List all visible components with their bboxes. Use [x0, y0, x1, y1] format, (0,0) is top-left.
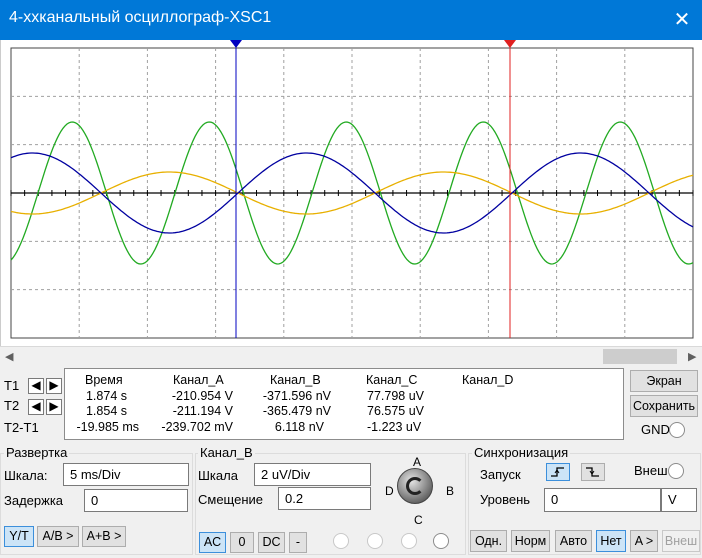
channel-offset-label: Смещение	[198, 492, 264, 507]
coupling-dc-button[interactable]: DC	[258, 532, 285, 553]
channel-scale-input[interactable]: 2 uV/Div	[254, 463, 371, 486]
coupling-radio-4[interactable]	[433, 533, 449, 549]
gnd-radio[interactable]	[669, 422, 685, 438]
t2-left-arrow-icon[interactable]: ◀	[28, 399, 44, 415]
trigger-ext-label: Внеш	[634, 463, 668, 478]
waveform-display	[10, 40, 694, 339]
mode-yt-button[interactable]: Y/T	[4, 526, 34, 547]
header-time: Время	[85, 373, 123, 387]
trigger-level-label: Уровень	[480, 492, 531, 507]
t1-left-arrow-icon[interactable]: ◀	[28, 378, 44, 394]
coupling-minus-button[interactable]: -	[289, 532, 307, 553]
trigger-ext-radio[interactable]	[668, 463, 684, 479]
r3-ch-a: -239.702 mV	[161, 420, 233, 434]
r2-ch-c: 76.575 uV	[367, 404, 424, 418]
scroll-thumb[interactable]	[603, 349, 677, 364]
r2-time: 1.854 s	[85, 404, 127, 418]
sweep-delay-input[interactable]: 0	[84, 489, 188, 512]
measurement-readout: Время Канал_A Канал_B Канал_C Канал_D 1.…	[64, 368, 624, 440]
sweep-scale-label: Шкала:	[4, 468, 48, 483]
channel-select-knob-icon[interactable]	[397, 468, 433, 504]
cursor-controls: T1 ◀ ▶ T2 ◀ ▶ T2-T1	[0, 368, 64, 440]
rising-edge-icon[interactable]	[546, 463, 570, 481]
header-ch-c: Канал_C	[366, 373, 418, 387]
cursor-2-marker-icon	[504, 40, 516, 48]
header-ch-d: Канал_D	[462, 373, 514, 387]
trigger-auto-button[interactable]: Авто	[555, 530, 592, 552]
close-icon[interactable]: ✕	[662, 0, 702, 40]
trigger-none-button[interactable]: Нет	[596, 530, 626, 552]
channel-scale-label: Шкала	[198, 468, 238, 483]
sweep-delay-label: Задержка	[4, 493, 64, 508]
trigger-level-input[interactable]: 0	[544, 488, 661, 512]
knob-label-c: C	[414, 513, 423, 527]
trigger-external-button[interactable]: Внеш	[662, 530, 700, 552]
coupling-zero-button[interactable]: 0	[230, 532, 254, 553]
t2-right-arrow-icon[interactable]: ▶	[46, 399, 62, 415]
t1-right-arrow-icon[interactable]: ▶	[46, 378, 62, 394]
t2-t1-label: T2-T1	[4, 420, 39, 435]
cursor-1-marker-icon	[230, 40, 242, 48]
scroll-left-icon[interactable]: ◀	[5, 350, 13, 363]
window-title: 4-ххканальный осциллограф-XSC1	[9, 9, 272, 26]
t2-label: T2	[4, 398, 20, 413]
sweep-scale-input[interactable]: 5 ms/Div	[63, 463, 189, 486]
horizontal-scrollbar[interactable]: ◀ ▶	[0, 346, 702, 366]
coupling-radio-2[interactable]	[367, 533, 383, 549]
mode-a-plus-b-button[interactable]: A+B >	[82, 526, 126, 547]
trigger-level-unit[interactable]: V	[661, 488, 697, 512]
r2-ch-b: -365.479 nV	[262, 404, 331, 418]
knob-label-a: A	[413, 455, 422, 469]
coupling-radio-1[interactable]	[333, 533, 349, 549]
title-bar: 4-ххканальный осциллограф-XSC1 ✕	[0, 0, 702, 40]
gnd-label: GND	[641, 422, 670, 437]
knob-label-b: B	[446, 484, 455, 498]
r3-ch-b: 6.118 nV	[274, 420, 324, 434]
header-ch-b: Канал_B	[270, 373, 321, 387]
header-ch-a: Канал_A	[173, 373, 224, 387]
r1-time: 1.874 s	[85, 389, 127, 403]
sweep-title: Развертка	[4, 445, 70, 460]
mode-ab-button[interactable]: A/B >	[37, 526, 79, 547]
trigger-normal-button[interactable]: Норм	[511, 530, 550, 552]
scroll-right-icon[interactable]: ▶	[688, 350, 696, 363]
coupling-ac-button[interactable]: AC	[199, 532, 226, 553]
r1-ch-c: 77.798 uV	[367, 389, 424, 403]
channel-offset-input[interactable]: 0.2	[278, 487, 371, 510]
r1-ch-a: -210.954 V	[171, 389, 233, 403]
coupling-radio-3[interactable]	[401, 533, 417, 549]
screen-button[interactable]: Экран	[630, 370, 698, 392]
r1-ch-b: -371.596 nV	[262, 389, 331, 403]
falling-edge-icon[interactable]	[581, 463, 605, 481]
r3-ch-c: -1.223 uV	[367, 420, 422, 434]
trigger-source-a-button[interactable]: A >	[630, 530, 658, 552]
r3-time: -19.985 ms	[76, 420, 139, 434]
r2-ch-a: -211.194 V	[172, 404, 233, 418]
t1-label: T1	[4, 378, 20, 393]
knob-label-d: D	[385, 484, 394, 498]
trigger-start-label: Запуск	[480, 467, 521, 482]
oscilloscope-screen	[0, 40, 702, 346]
trigger-title: Синхронизация	[472, 445, 571, 460]
trigger-single-button[interactable]: Одн.	[470, 530, 507, 552]
channel-title: Канал_B	[198, 445, 255, 460]
save-button[interactable]: Сохранить	[630, 395, 698, 417]
